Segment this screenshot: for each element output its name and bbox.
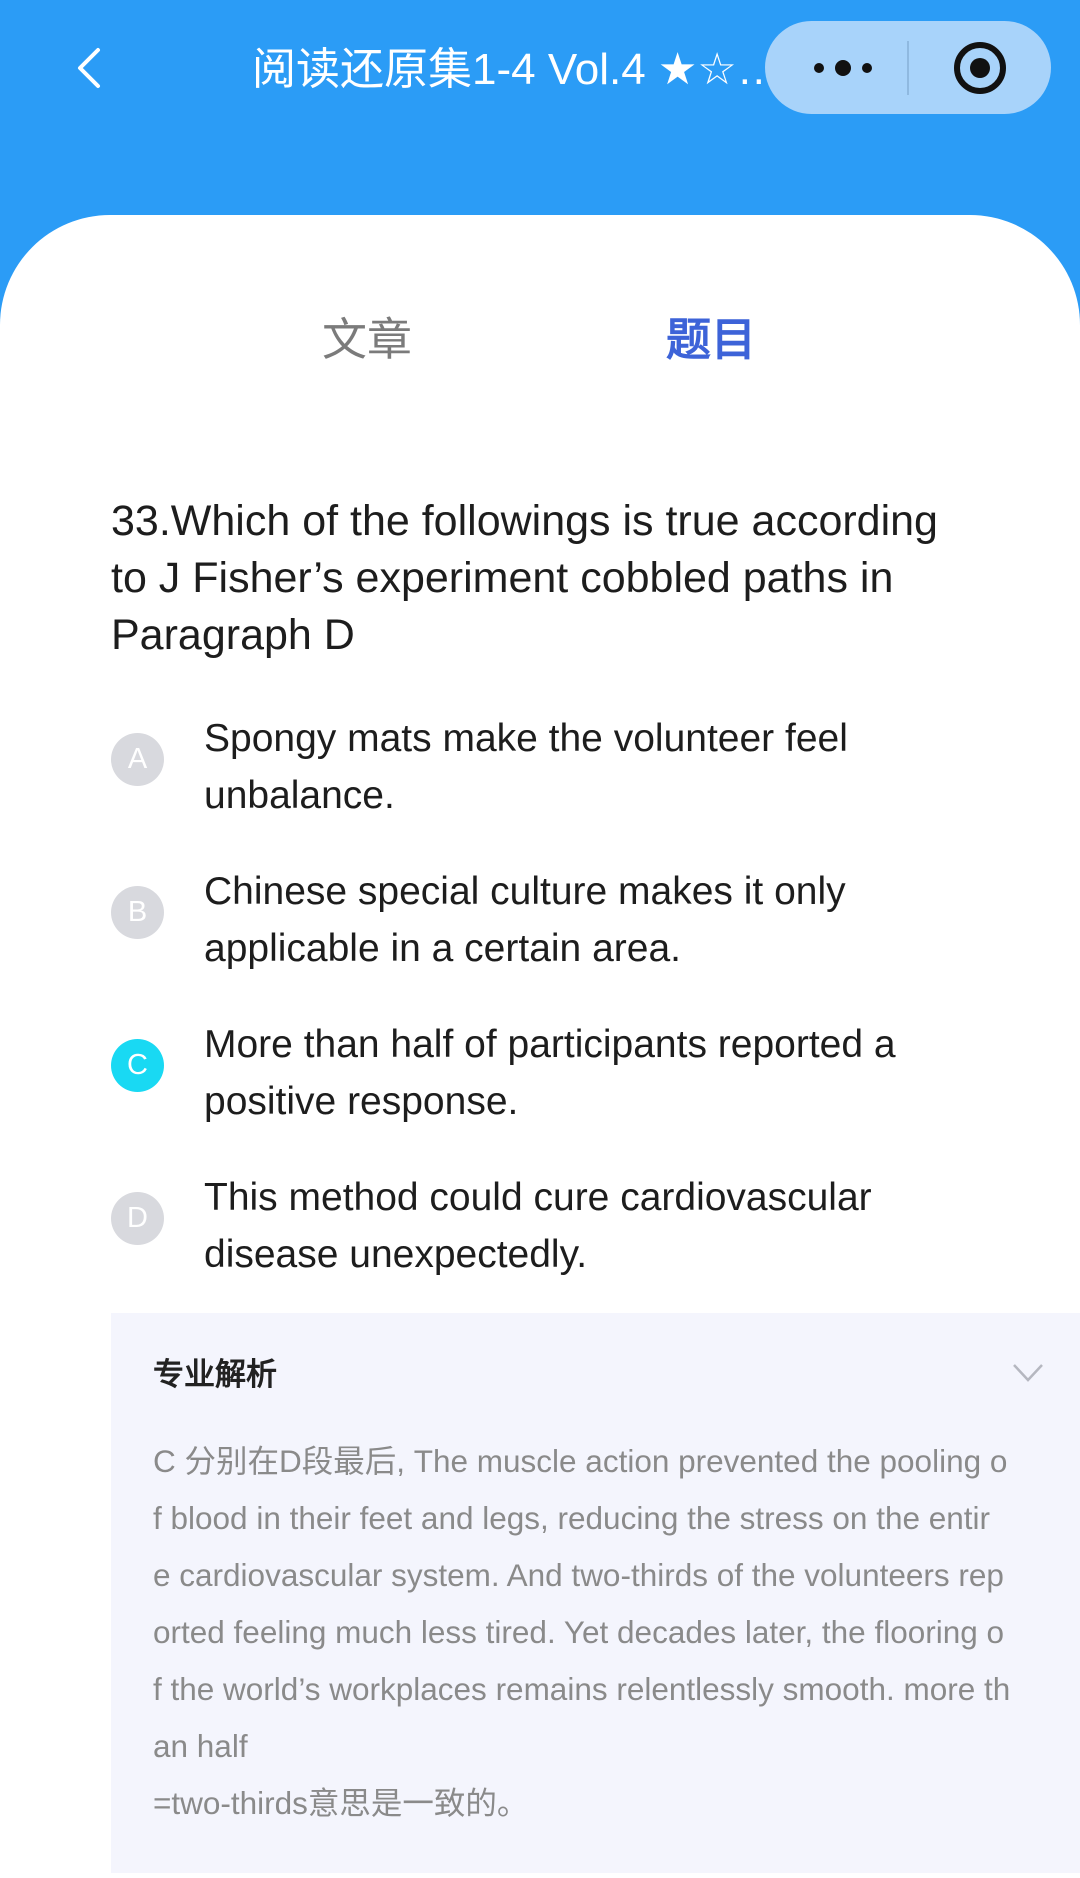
analysis-line: e cardiovascular system. And two-thirds … xyxy=(153,1557,1004,1593)
option-text: More than half of participants reported … xyxy=(204,1023,896,1123)
option-letter: B xyxy=(111,886,164,939)
chevron-down-icon[interactable] xyxy=(1011,1361,1045,1385)
target-close-icon[interactable] xyxy=(951,39,1009,97)
option-b[interactable]: B Chinese special culture makes it only … xyxy=(111,863,1011,983)
analysis-line: orted feeling much less tired. Yet decad… xyxy=(153,1614,1005,1650)
option-text: Chinese special culture makes it only ap… xyxy=(204,870,846,970)
analysis-title[interactable]: 专业解析 xyxy=(153,1355,277,1395)
mini-program-capsule xyxy=(765,21,1051,114)
option-text: This method could cure cardiovascular di… xyxy=(204,1176,872,1276)
tab-article[interactable]: 文章 xyxy=(322,310,412,370)
option-d[interactable]: D This method could cure cardiovascular … xyxy=(111,1169,1011,1289)
option-letter: D xyxy=(111,1192,164,1245)
analysis-line: an half xyxy=(153,1728,248,1764)
question-text: 33.Which of the followings is true accor… xyxy=(111,497,938,659)
option-text: Spongy mats make the volunteer feel unba… xyxy=(204,717,848,817)
capsule-divider xyxy=(907,41,909,95)
option-letter: A xyxy=(111,733,164,786)
analysis-body: C 分别在D段最后, The muscle action prevented t… xyxy=(153,1433,1073,1832)
back-chevron-icon[interactable] xyxy=(70,44,110,92)
tab-questions[interactable]: 题目 xyxy=(666,310,756,370)
analysis-line: C 分别在D段最后, The muscle action prevented t… xyxy=(153,1443,1008,1479)
option-c[interactable]: C More than half of participants reporte… xyxy=(111,1016,1011,1136)
option-a[interactable]: A Spongy mats make the volunteer feel un… xyxy=(111,710,1011,830)
analysis-line: =two-thirds意思是一致的。 xyxy=(153,1785,529,1821)
page-title: 阅读还原集1-4 Vol.4 ★☆… xyxy=(252,45,781,94)
analysis-line: f the world’s workplaces remains relentl… xyxy=(153,1671,1011,1707)
option-letter: C xyxy=(111,1039,164,1092)
analysis-line: f blood in their feet and legs, reducing… xyxy=(153,1500,991,1536)
more-dots-icon[interactable] xyxy=(803,41,883,95)
content-card: 文章 题目 33.Which of the followings is true… xyxy=(0,215,1080,1878)
analysis-panel: 专业解析 C 分别在D段最后, The muscle action preven… xyxy=(111,1313,1080,1873)
